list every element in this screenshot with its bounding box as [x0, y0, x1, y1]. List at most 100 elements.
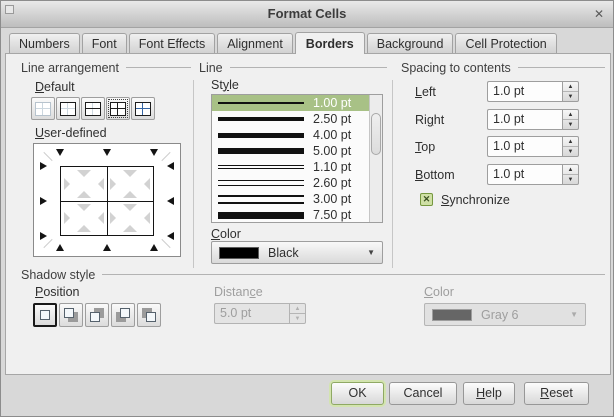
box-inner-lines-icon	[110, 102, 126, 116]
corner-mark	[43, 239, 52, 248]
synchronize-checkbox[interactable]: ✕	[420, 193, 433, 206]
ok-button[interactable]: OK	[331, 382, 384, 405]
spin-down-icon[interactable]: ▼	[563, 147, 578, 156]
synchronize-label[interactable]: Synchronize	[441, 193, 510, 207]
group-separator	[392, 80, 393, 268]
box-keep-inner-icon	[135, 102, 151, 116]
line-style-option[interactable]: 3.00 pt	[212, 191, 382, 207]
no-shadow-icon	[37, 307, 53, 323]
shadow-color-value: Gray 6	[481, 308, 519, 322]
shadow-bottom-left-icon	[115, 307, 131, 323]
shadow-top-right-button[interactable]	[85, 303, 109, 327]
arrow-up-icon	[103, 244, 111, 251]
format-cells-dialog: Format Cells ✕ Numbers Font Font Effects…	[0, 0, 614, 417]
spin-buttons: ▲ ▼	[562, 136, 579, 157]
line-style-label: 4.00 pt	[313, 128, 351, 142]
line-style-label: 3.00 pt	[313, 192, 351, 206]
spacing-group-title: Spacing to contents	[401, 61, 511, 75]
line-style-list[interactable]: 1.00 pt 2.50 pt 4.00 pt 5.00 pt 1.10 pt …	[211, 94, 383, 223]
check-icon: ✕	[423, 194, 431, 205]
shadow-distance-stepper: 5.0 pt ▲ ▼	[214, 303, 306, 324]
arrow-left-icon	[167, 162, 174, 170]
line-preview	[218, 102, 304, 104]
tab-cell-protection[interactable]: Cell Protection	[455, 33, 556, 53]
spin-down-icon[interactable]: ▼	[563, 120, 578, 129]
shadow-top-right-icon	[89, 307, 105, 323]
right-label: Right	[415, 113, 444, 127]
line-arrangement-group-title: Line arrangement	[21, 61, 119, 75]
help-button[interactable]: Help	[463, 382, 515, 405]
preview-cell[interactable]	[107, 167, 153, 201]
arrow-right-icon	[40, 197, 47, 205]
shadow-color-label: Color	[424, 285, 454, 299]
shadow-none-button[interactable]	[33, 303, 57, 327]
arrow-left-icon	[167, 197, 174, 205]
tab-borders[interactable]: Borders	[295, 32, 365, 54]
spin-down-icon[interactable]: ▼	[563, 175, 578, 184]
style-label: Style	[211, 78, 239, 92]
shadow-bottom-left-button[interactable]	[111, 303, 135, 327]
spin-up-icon[interactable]: ▲	[563, 165, 578, 175]
line-style-option[interactable]: 7.50 pt	[212, 207, 382, 223]
spin-down-icon: ▼	[290, 314, 305, 323]
line-preview	[218, 117, 304, 121]
spin-up-icon[interactable]: ▲	[563, 110, 578, 120]
line-style-label: 1.00 pt	[313, 96, 351, 110]
reset-button[interactable]: Reset	[524, 382, 589, 405]
spin-buttons: ▲ ▼	[289, 303, 306, 324]
spin-down-icon[interactable]: ▼	[563, 92, 578, 101]
preset-box-inner-lines-button[interactable]	[106, 97, 130, 120]
position-label: Position	[35, 285, 79, 299]
tab-background[interactable]: Background	[367, 33, 454, 53]
tab-alignment[interactable]: Alignment	[217, 33, 293, 53]
preview-cell[interactable]	[107, 201, 153, 235]
spin-up-icon[interactable]: ▲	[563, 82, 578, 92]
shadow-bottom-right-button[interactable]	[59, 303, 83, 327]
user-defined-label: User-defined	[35, 126, 107, 140]
line-style-option[interactable]: 4.00 pt	[212, 127, 382, 143]
arrow-down-icon	[56, 149, 64, 156]
tab-font-effects[interactable]: Font Effects	[129, 33, 215, 53]
border-preview-grid[interactable]	[60, 166, 154, 236]
spin-buttons: ▲ ▼	[562, 164, 579, 185]
spin-buttons: ▲ ▼	[562, 81, 579, 102]
style-list-scrollbar[interactable]	[369, 95, 382, 222]
spin-up-icon[interactable]: ▲	[563, 137, 578, 147]
color-swatch	[432, 309, 472, 321]
default-label: Default	[35, 80, 75, 94]
line-style-option[interactable]: 1.10 pt	[212, 159, 382, 175]
left-label: Left	[415, 85, 436, 99]
line-style-option[interactable]: 2.60 pt	[212, 175, 382, 191]
arrow-right-icon	[40, 162, 47, 170]
tab-bar: Numbers Font Font Effects Alignment Bord…	[9, 32, 557, 53]
preview-cell[interactable]	[61, 167, 107, 201]
bottom-spacing-stepper: 1.0 pt ▲ ▼	[487, 164, 579, 185]
line-preview	[218, 195, 304, 204]
line-style-option[interactable]: 1.00 pt	[212, 95, 382, 111]
cancel-button[interactable]: Cancel	[389, 382, 457, 405]
shadow-bottom-right-icon	[63, 307, 79, 323]
box-horizontal-icon	[85, 102, 101, 116]
preview-cell[interactable]	[61, 201, 107, 235]
chevron-down-icon: ▼	[570, 310, 578, 319]
chevron-down-icon: ▼	[367, 248, 375, 257]
preset-box-horizontal-button[interactable]	[81, 97, 105, 120]
top-spacing-input[interactable]: 1.0 pt	[487, 136, 562, 157]
shadow-top-left-button[interactable]	[137, 303, 161, 327]
right-spacing-input[interactable]: 1.0 pt	[487, 109, 562, 130]
tab-numbers[interactable]: Numbers	[9, 33, 80, 53]
shadow-group-title: Shadow style	[21, 268, 95, 282]
left-spacing-input[interactable]: 1.0 pt	[487, 81, 562, 102]
dialog-button-row: OK Cancel Help Reset	[1, 382, 613, 406]
line-color-dropdown[interactable]: Black ▼	[211, 241, 383, 264]
line-preview	[218, 212, 304, 219]
line-style-option[interactable]: 2.50 pt	[212, 111, 382, 127]
scrollbar-thumb[interactable]	[371, 113, 381, 155]
line-style-option[interactable]: 5.00 pt	[212, 143, 382, 159]
preset-no-borders-button[interactable]	[31, 97, 55, 120]
preset-box-only-button[interactable]	[56, 97, 80, 120]
bottom-spacing-input[interactable]: 1.0 pt	[487, 164, 562, 185]
preset-box-keep-inner-button[interactable]	[131, 97, 155, 120]
user-defined-border-editor[interactable]	[33, 143, 181, 257]
tab-font[interactable]: Font	[82, 33, 127, 53]
